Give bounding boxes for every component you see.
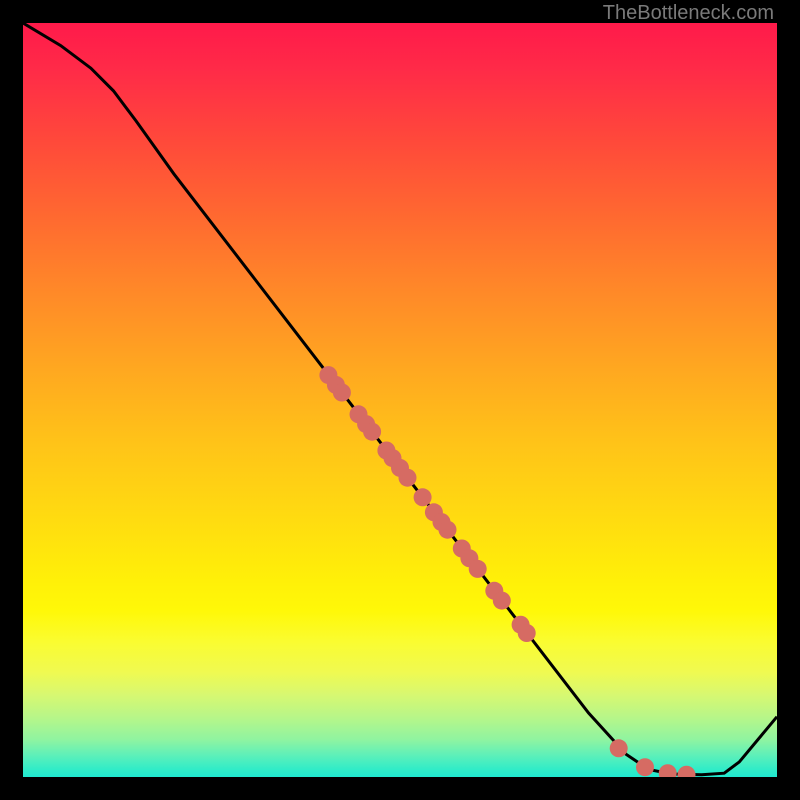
- chart-plot: [23, 23, 777, 777]
- data-marker: [636, 758, 654, 776]
- data-marker: [439, 521, 457, 539]
- data-marker: [469, 560, 487, 578]
- chart-markers: [319, 366, 695, 777]
- data-marker: [399, 469, 417, 487]
- data-marker: [610, 739, 628, 757]
- chart-curve: [23, 23, 777, 775]
- data-marker: [518, 624, 536, 642]
- data-marker: [493, 592, 511, 610]
- data-marker: [363, 423, 381, 441]
- data-marker: [414, 488, 432, 506]
- attribution-label: TheBottleneck.com: [603, 2, 774, 25]
- data-marker: [678, 766, 696, 777]
- curve-line: [23, 23, 777, 775]
- data-marker: [659, 764, 677, 777]
- chart-svg: [23, 23, 777, 777]
- data-marker: [333, 384, 351, 402]
